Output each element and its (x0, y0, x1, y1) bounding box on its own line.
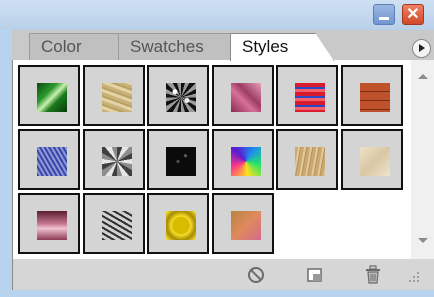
tab-swatches[interactable]: Swatches (118, 33, 234, 60)
style-swatch-gray-noise (101, 147, 132, 176)
style-cell-brick-orange[interactable] (340, 65, 403, 126)
style-swatch-brick-orange (359, 83, 390, 112)
new-style-icon[interactable] (305, 265, 325, 285)
no-style-icon[interactable] (246, 265, 266, 285)
style-swatch-rainbow-chrome (230, 147, 261, 176)
minimize-button[interactable] (373, 4, 395, 25)
resize-grip-icon[interactable] (406, 269, 420, 283)
style-swatch-copper-sunset (230, 211, 261, 240)
tab-color[interactable]: Color (29, 33, 121, 60)
window-bottom-edge (0, 290, 434, 297)
style-swatch-tan-marble (101, 83, 132, 112)
style-cell-gray-noise[interactable] (82, 129, 145, 190)
close-button[interactable]: ✕ (402, 4, 424, 25)
style-swatch-green-swirl (37, 83, 67, 112)
trash-icon[interactable] (363, 265, 383, 285)
title-bar: ✕ (0, 0, 434, 30)
style-swatch-pale-parchment (359, 147, 390, 176)
panel-menu-button[interactable] (412, 39, 431, 58)
style-cell-gray-crackle[interactable] (82, 193, 145, 254)
style-swatch-pink-gradient (37, 211, 67, 240)
style-cell-copper-sunset[interactable] (211, 193, 274, 254)
tab-strip: Color Swatches Styles (12, 30, 434, 61)
scroll-up-arrow-icon[interactable] (418, 74, 428, 79)
styles-content (12, 60, 434, 259)
menu-arrow-icon (419, 44, 425, 52)
bottom-toolbar (12, 259, 434, 290)
styles-panel: ✕ Color Swatches Styles (0, 0, 434, 297)
style-swatch-pink-tiles (230, 83, 261, 112)
style-cell-red-stripes[interactable] (276, 65, 338, 126)
tab-styles[interactable]: Styles (230, 33, 334, 61)
close-icon: ✕ (406, 6, 420, 23)
style-cell-green-swirl[interactable] (18, 65, 80, 126)
style-swatch-dark-speckle (166, 147, 196, 176)
styles-grid (18, 65, 406, 257)
style-cell-pale-parchment[interactable] (340, 129, 403, 190)
style-swatch-black-noise (166, 83, 196, 112)
style-swatch-wood-grain (295, 147, 325, 176)
style-swatch-gold-bevel (166, 211, 196, 240)
style-swatch-gray-crackle (101, 211, 132, 240)
style-swatch-blue-stripes (37, 147, 67, 176)
style-cell-wood-grain[interactable] (276, 129, 338, 190)
scroll-down-arrow-icon[interactable] (418, 238, 428, 243)
style-cell-pink-tiles[interactable] (211, 65, 274, 126)
style-cell-gold-bevel[interactable] (147, 193, 209, 254)
style-cell-tan-marble[interactable] (82, 65, 145, 126)
scrollbar[interactable] (411, 60, 434, 259)
style-cell-pink-gradient[interactable] (18, 193, 80, 254)
style-cell-black-noise[interactable] (147, 65, 209, 126)
style-cell-rainbow-chrome[interactable] (211, 129, 274, 190)
style-cell-blue-stripes[interactable] (18, 129, 80, 190)
style-cell-dark-speckle[interactable] (147, 129, 209, 190)
style-swatch-red-stripes (295, 83, 325, 112)
